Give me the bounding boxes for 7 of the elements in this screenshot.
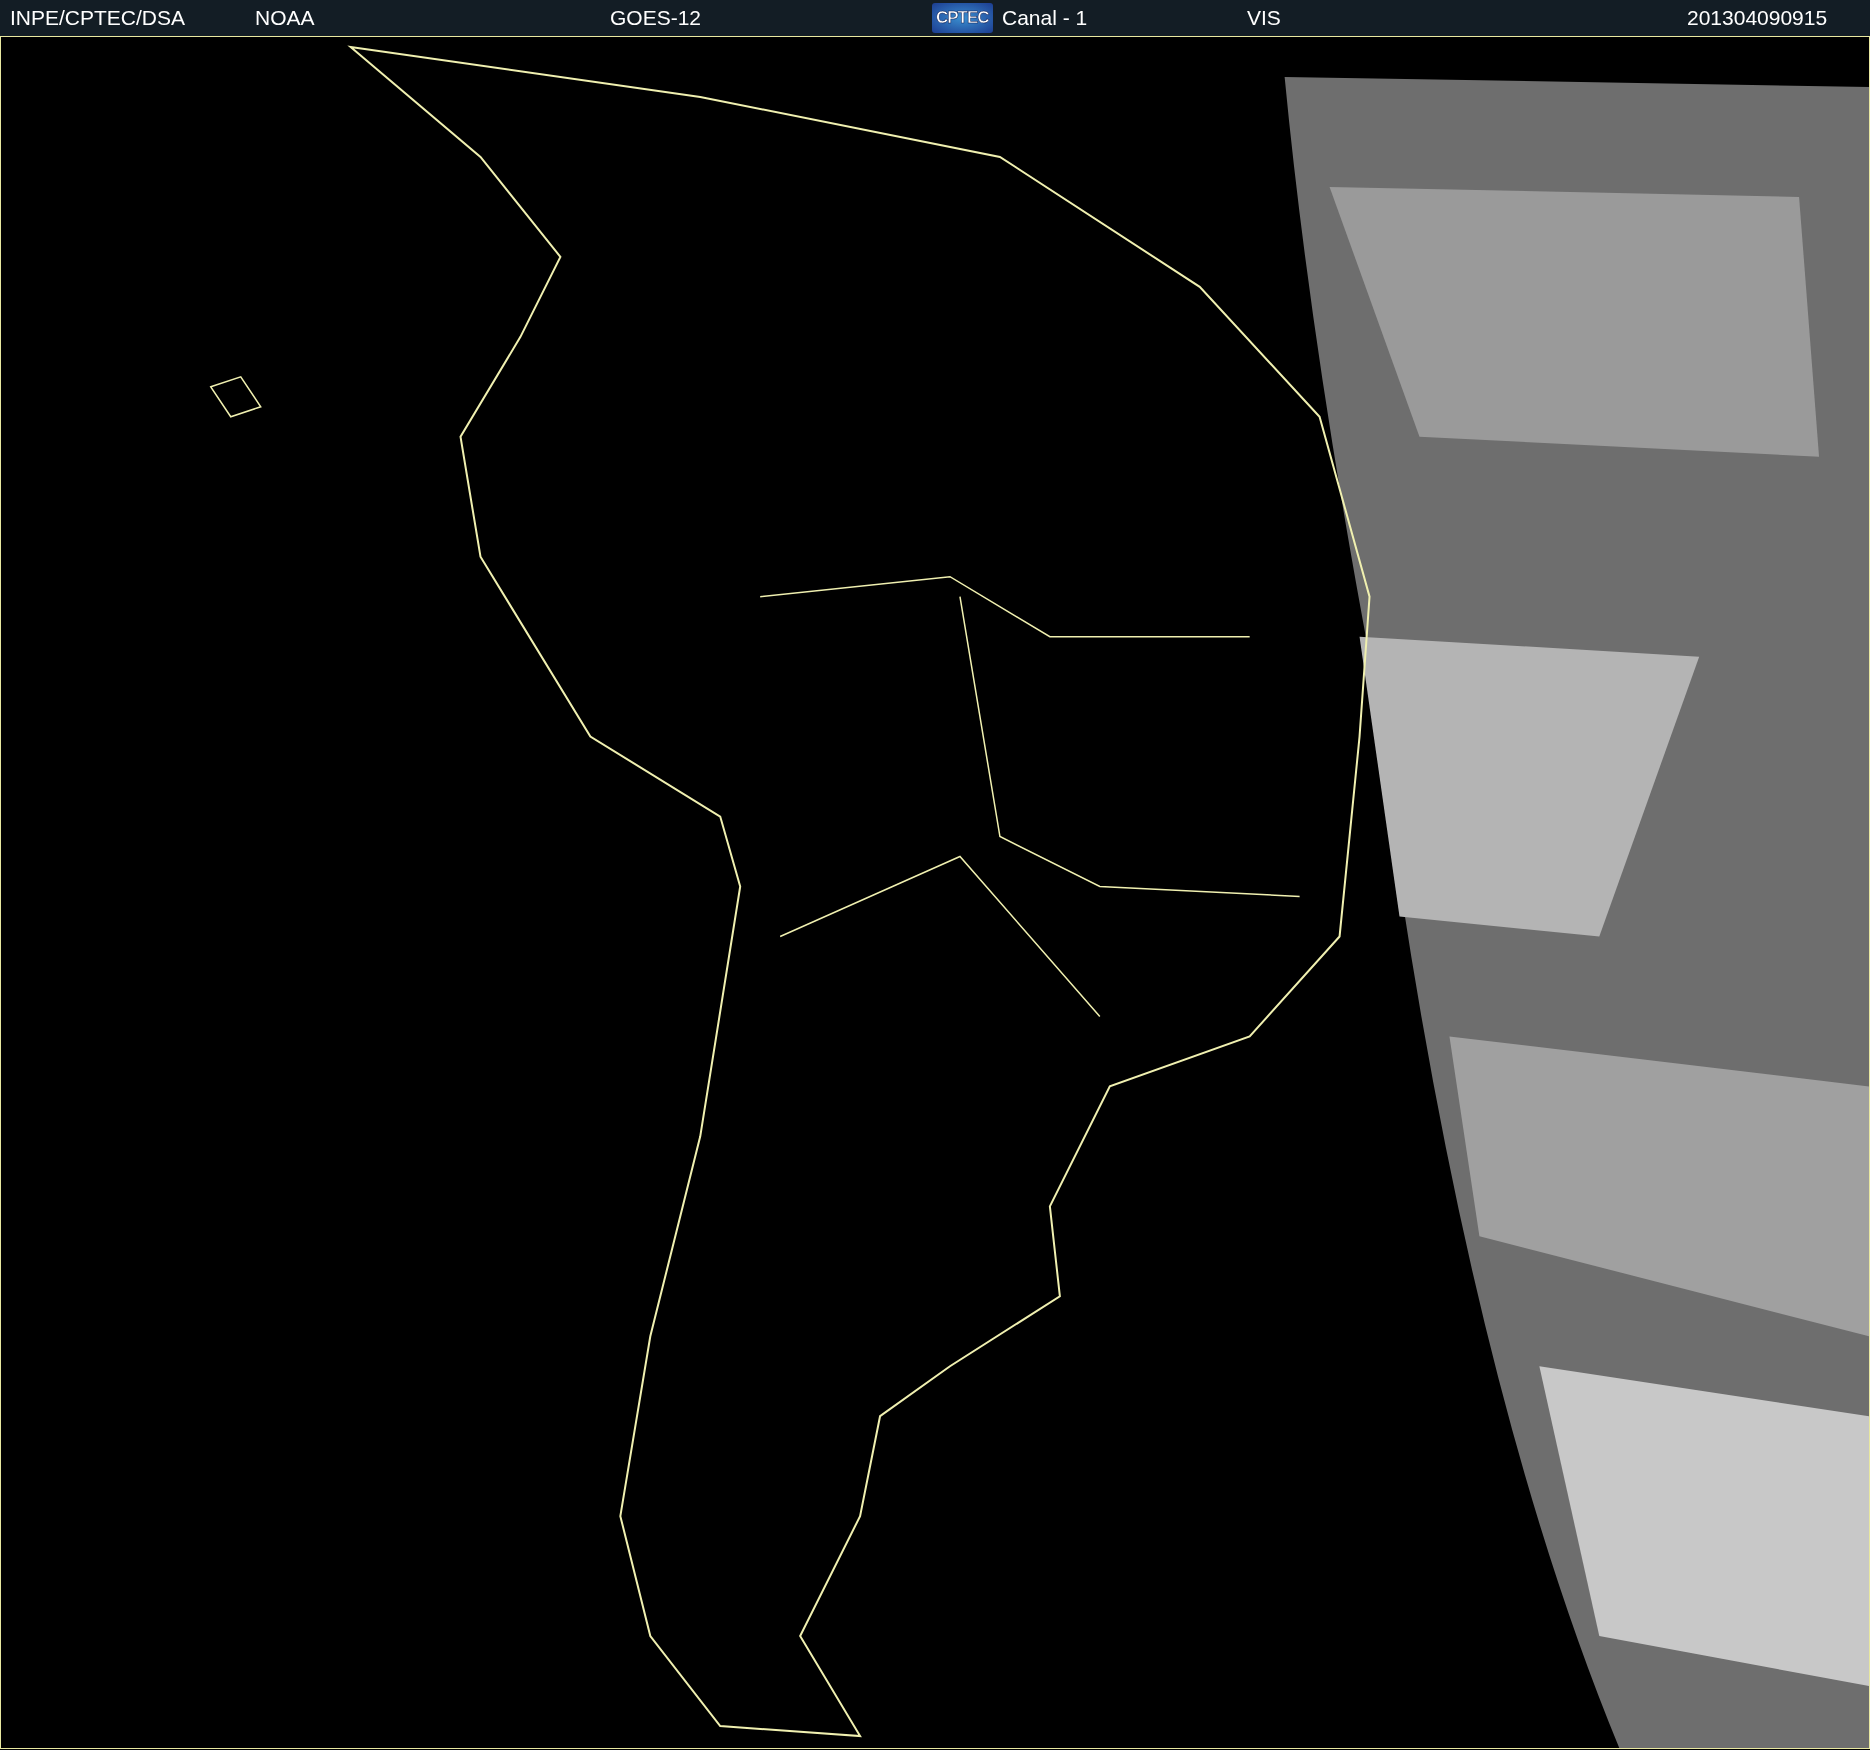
header-text: INPE/CPTEC/DSA <box>10 6 186 30</box>
header-text: Canal - 1 <box>1002 6 1088 30</box>
header-text: VIS <box>1247 6 1281 30</box>
header-text: GOES-12 <box>610 6 702 30</box>
timestamp-text: 201304090915 <box>1687 6 1828 30</box>
logo: CPTEC <box>932 3 993 33</box>
header-text: NOAA <box>255 6 315 30</box>
